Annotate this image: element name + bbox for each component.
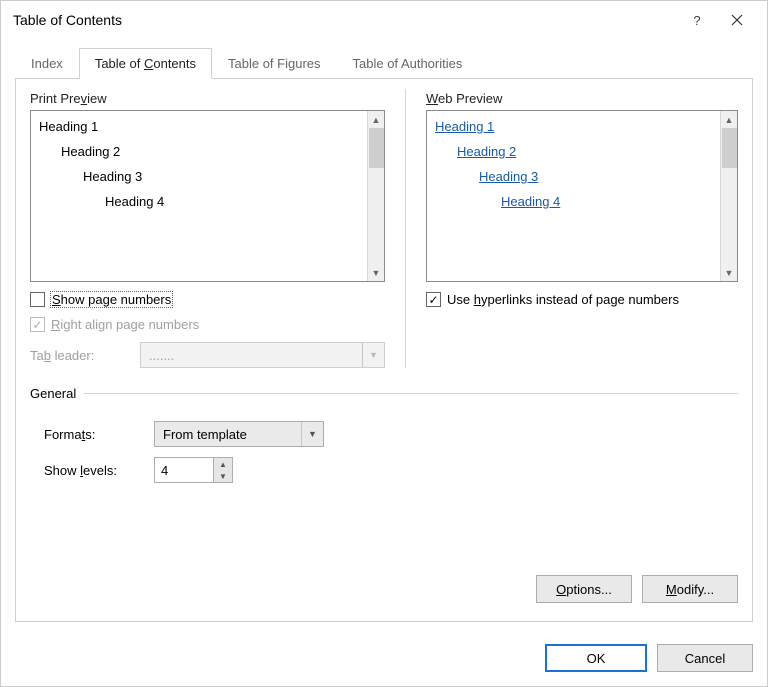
help-button[interactable]: ? bbox=[677, 4, 717, 36]
chevron-down-icon[interactable]: ▼ bbox=[301, 422, 323, 446]
tab-figures[interactable]: Table of Figures bbox=[212, 48, 337, 79]
web-preview-box: Heading 1 Heading 2 Heading 3 Heading 4 … bbox=[426, 110, 738, 282]
options-button[interactable]: Options... bbox=[536, 575, 632, 603]
tab-toc[interactable]: Table of Contents bbox=[79, 48, 212, 79]
print-heading-2: Heading 2 bbox=[61, 144, 359, 159]
web-preview-section: Web Preview Heading 1 Heading 2 Heading … bbox=[426, 91, 738, 368]
scroll-thumb[interactable] bbox=[722, 128, 737, 168]
web-heading-4: Heading 4 bbox=[501, 194, 560, 209]
tab-leader-row: Tab leader: ....... ▼ bbox=[30, 342, 385, 368]
show-levels-label: Show levels: bbox=[44, 463, 144, 478]
tab-panel: Print Preview Heading 1 Heading 2 Headin… bbox=[15, 79, 753, 622]
tab-index[interactable]: Index bbox=[15, 48, 79, 79]
web-preview-label: Web Preview bbox=[426, 91, 738, 106]
print-heading-3: Heading 3 bbox=[83, 169, 359, 184]
tab-leader-combo: ....... ▼ bbox=[140, 342, 385, 368]
print-preview-box: Heading 1 Heading 2 Heading 3 Heading 4 … bbox=[30, 110, 385, 282]
scroll-up-icon[interactable]: ▲ bbox=[721, 111, 737, 128]
formats-row: Formats: From template ▼ bbox=[44, 421, 738, 447]
general-group: General bbox=[30, 386, 738, 401]
toc-dialog: Table of Contents ? Index Table of Conte… bbox=[0, 0, 768, 687]
cancel-button[interactable]: Cancel bbox=[657, 644, 753, 672]
print-heading-4: Heading 4 bbox=[105, 194, 359, 209]
use-hyperlinks-label: Use hyperlinks instead of page numbers bbox=[447, 292, 679, 307]
show-page-numbers-row[interactable]: Show page numbers bbox=[30, 292, 385, 307]
formats-combo[interactable]: From template ▼ bbox=[154, 421, 324, 447]
spin-down-icon[interactable]: ▼ bbox=[214, 470, 232, 482]
scroll-down-icon[interactable]: ▼ bbox=[721, 264, 737, 281]
show-levels-input[interactable] bbox=[155, 458, 213, 482]
use-hyperlinks-row[interactable]: Use hyperlinks instead of page numbers bbox=[426, 292, 738, 307]
right-align-row: Right align page numbers bbox=[30, 317, 385, 332]
scroll-thumb[interactable] bbox=[369, 128, 384, 168]
dialog-title: Table of Contents bbox=[13, 12, 677, 28]
web-heading-2: Heading 2 bbox=[457, 144, 516, 159]
show-levels-spinner[interactable]: ▲ ▼ bbox=[154, 457, 233, 483]
tab-authorities[interactable]: Table of Authorities bbox=[337, 48, 479, 79]
show-page-numbers-checkbox[interactable] bbox=[30, 292, 45, 307]
close-icon bbox=[731, 14, 743, 26]
vertical-separator bbox=[405, 89, 406, 368]
tab-strip: Index Table of Contents Table of Figures… bbox=[15, 47, 753, 79]
close-button[interactable] bbox=[717, 4, 757, 36]
ok-button[interactable]: OK bbox=[545, 644, 647, 672]
scroll-up-icon[interactable]: ▲ bbox=[368, 111, 384, 128]
print-preview-scrollbar[interactable]: ▲ ▼ bbox=[367, 111, 384, 281]
use-hyperlinks-checkbox[interactable] bbox=[426, 292, 441, 307]
modify-button[interactable]: Modify... bbox=[642, 575, 738, 603]
web-preview-scrollbar[interactable]: ▲ ▼ bbox=[720, 111, 737, 281]
chevron-down-icon: ▼ bbox=[362, 343, 384, 367]
scroll-down-icon[interactable]: ▼ bbox=[368, 264, 384, 281]
tab-leader-label: Tab leader: bbox=[30, 348, 130, 363]
spin-up-icon[interactable]: ▲ bbox=[214, 458, 232, 470]
right-align-checkbox bbox=[30, 317, 45, 332]
right-align-label: Right align page numbers bbox=[51, 317, 199, 332]
print-preview-section: Print Preview Heading 1 Heading 2 Headin… bbox=[30, 91, 385, 368]
general-legend: General bbox=[30, 386, 76, 401]
web-heading-3: Heading 3 bbox=[479, 169, 538, 184]
show-levels-row: Show levels: ▲ ▼ bbox=[44, 457, 738, 483]
web-heading-1: Heading 1 bbox=[435, 119, 494, 134]
print-preview-label: Print Preview bbox=[30, 91, 385, 106]
dialog-footer: OK Cancel bbox=[1, 634, 767, 686]
formats-label: Formats: bbox=[44, 427, 144, 442]
titlebar: Table of Contents ? bbox=[1, 1, 767, 39]
show-page-numbers-label: Show page numbers bbox=[51, 292, 172, 307]
print-heading-1: Heading 1 bbox=[39, 119, 359, 134]
